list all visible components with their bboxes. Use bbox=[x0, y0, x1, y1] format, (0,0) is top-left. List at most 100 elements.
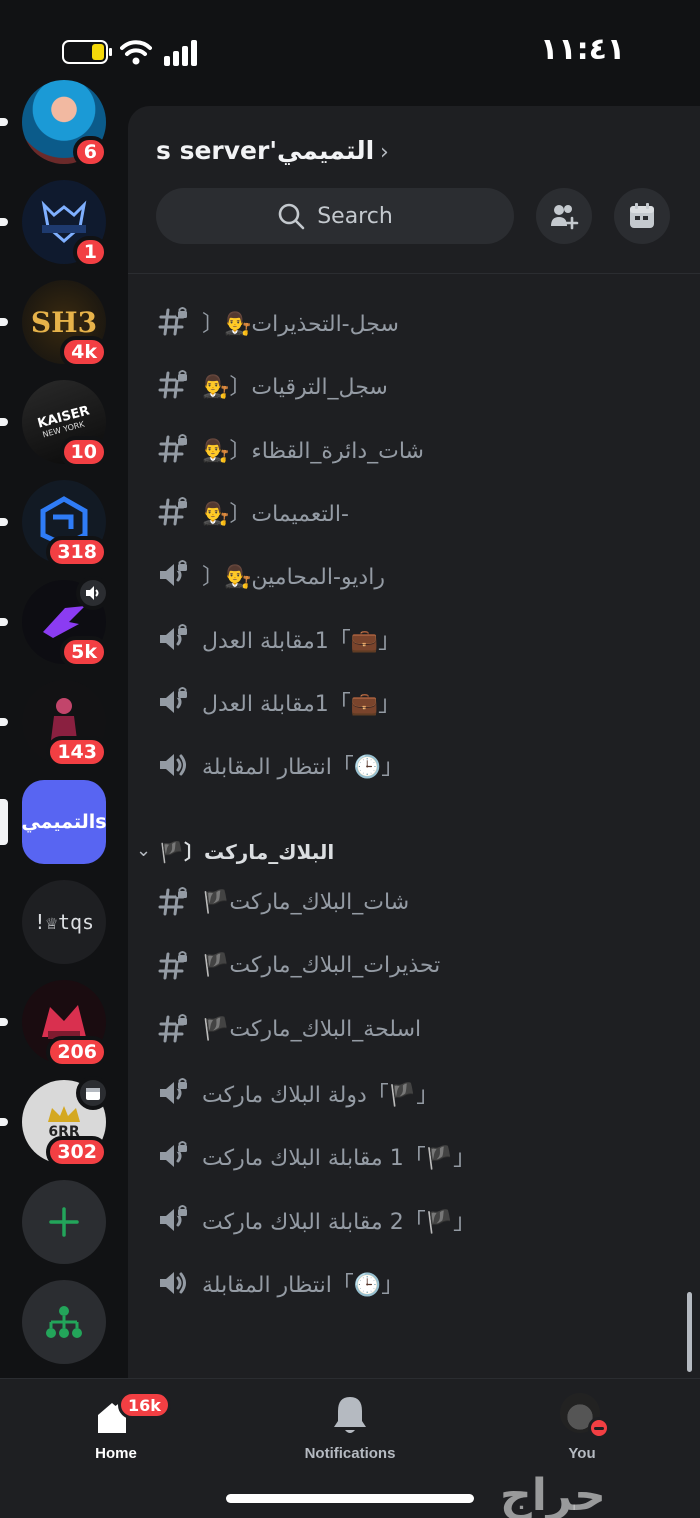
locked-text-channel-icon bbox=[156, 368, 190, 402]
events-button[interactable] bbox=[614, 188, 670, 244]
search-button[interactable]: Search bbox=[156, 188, 514, 244]
channel-name: 「🕒」انتظار المقابلة bbox=[202, 1273, 404, 1298]
category-name: البلاك_ماركت〔🏴 bbox=[159, 839, 335, 864]
tab-home[interactable]: 16k Home bbox=[46, 1391, 186, 1462]
server-icon-purple[interactable]: 5k bbox=[0, 576, 110, 668]
locked-text-channel-icon bbox=[156, 1012, 190, 1046]
channel-name: راديو-المحامين👨‍⚖️〔 bbox=[202, 565, 385, 591]
server-icon-blue-cube[interactable]: 318 bbox=[0, 480, 108, 568]
server-header: s server'التميمي › Search bbox=[128, 106, 700, 274]
channel-name: شات_دائرة_القظاء〔👨‍⚖️ bbox=[202, 438, 424, 464]
speaker-icon bbox=[86, 586, 99, 600]
unread-badge: 143 bbox=[46, 736, 108, 768]
battery-icon bbox=[62, 40, 112, 64]
plus-icon bbox=[49, 1207, 79, 1237]
locked-voice-channel-icon bbox=[156, 685, 190, 719]
add-server-button[interactable] bbox=[22, 1180, 106, 1264]
channel-name: سجل_الترقيات〔👨‍⚖️ bbox=[202, 375, 388, 401]
unread-badge: 10 bbox=[59, 436, 108, 468]
unread-badge: 206 bbox=[46, 1036, 108, 1068]
locked-text-channel-icon bbox=[156, 495, 190, 529]
search-label: Search bbox=[317, 203, 393, 229]
unread-badge: 5k bbox=[60, 636, 108, 668]
unread-badge: 1 bbox=[72, 236, 108, 268]
channel-row[interactable]: شات_دائرة_القظاء〔👨‍⚖️ bbox=[156, 423, 676, 475]
server-icon-sh3[interactable]: SH3 4k bbox=[0, 280, 108, 368]
unread-badge: 4k bbox=[60, 336, 108, 368]
channel-row[interactable]: سجل_الترقيات〔👨‍⚖️ bbox=[156, 359, 676, 411]
unread-badge: 6 bbox=[72, 136, 108, 168]
discover-servers-button[interactable] bbox=[22, 1280, 106, 1364]
do-not-disturb-status-icon bbox=[588, 1417, 610, 1439]
locked-text-channel-icon bbox=[156, 885, 190, 919]
calendar-icon bbox=[86, 1088, 100, 1100]
tab-notifications[interactable]: Notifications bbox=[280, 1393, 420, 1462]
channel-panel: s server'التميمي › Search سجل-التحذيرات👨… bbox=[128, 106, 700, 1378]
locked-voice-channel-icon bbox=[156, 558, 190, 592]
channel-row[interactable]: شات_البلاك_ماركت🏴 bbox=[156, 876, 676, 928]
home-indicator bbox=[226, 1494, 474, 1503]
server-icon-red-character[interactable]: 143 bbox=[0, 680, 108, 768]
server-icon-tqs[interactable]: !♕tqs bbox=[22, 880, 106, 964]
channel-row[interactable]: -التعميمات〔👨‍⚖️ bbox=[156, 486, 676, 538]
unread-badge: 302 bbox=[46, 1136, 108, 1168]
watermark: حراج bbox=[500, 1470, 606, 1518]
locked-voice-channel-icon bbox=[156, 1139, 190, 1173]
voice-channel-icon bbox=[156, 748, 190, 782]
locked-text-channel-icon bbox=[156, 949, 190, 983]
channel-name: اسلحة_البلاك_ماركت🏴 bbox=[202, 1016, 422, 1042]
locked-text-channel-icon bbox=[156, 432, 190, 466]
channel-name: شات_البلاك_ماركت🏴 bbox=[202, 889, 410, 915]
server-icon-avatar-blue-hero[interactable]: 6 bbox=[0, 80, 108, 168]
channel-row[interactable]: 「🏴」1 مقابلة البلاك ماركت bbox=[156, 1130, 676, 1182]
server-icon-selected[interactable]: التميميs bbox=[0, 780, 106, 864]
channel-name: 「🏴」دولة البلاك ماركت bbox=[202, 1082, 439, 1108]
channel-row[interactable]: 「💼」1مقابلة العدل bbox=[156, 613, 676, 665]
channel-row[interactable]: 「🏴」دولة البلاك ماركت bbox=[156, 1067, 676, 1119]
event-indicator bbox=[76, 1076, 110, 1110]
channel-name: 「💼」1مقابلة العدل bbox=[202, 628, 401, 654]
bell-icon bbox=[334, 1397, 366, 1433]
voice-channel-icon bbox=[156, 1266, 190, 1300]
channel-row[interactable]: اسلحة_البلاك_ماركت🏴 bbox=[156, 1003, 676, 1055]
locked-voice-channel-icon bbox=[156, 1203, 190, 1237]
home-unread-badge: 16k bbox=[118, 1391, 171, 1419]
locked-voice-channel-icon bbox=[156, 1076, 190, 1110]
channel-name: تحذيرات_البلاك_ماركت🏴 bbox=[202, 953, 441, 978]
channel-row[interactable]: 「🕒」انتظار المقابلة bbox=[156, 739, 676, 791]
chevron-right-icon[interactable]: › bbox=[380, 140, 389, 165]
category-header[interactable]: ⌄ البلاك_ماركت〔🏴 bbox=[136, 828, 334, 872]
chevron-down-icon: ⌄ bbox=[136, 839, 152, 861]
channel-name: 「🏴」1 مقابلة البلاك ماركت bbox=[202, 1146, 476, 1171]
hierarchy-icon bbox=[46, 1306, 82, 1338]
channel-name: سجل-التحذيرات👨‍⚖️〔 bbox=[202, 312, 399, 337]
voice-active-indicator bbox=[76, 576, 110, 610]
channel-row[interactable]: 「🏴」2 مقابلة البلاك ماركت bbox=[156, 1194, 676, 1246]
channel-row[interactable]: تحذيرات_البلاك_ماركت🏴 bbox=[156, 940, 676, 992]
channel-row[interactable]: 「💼」1مقابلة العدل bbox=[156, 676, 676, 728]
channel-name: 「💼」1مقابلة العدل bbox=[202, 691, 401, 717]
search-icon bbox=[278, 203, 305, 230]
channel-row[interactable]: 「🕒」انتظار المقابلة bbox=[156, 1257, 676, 1309]
channel-name: -التعميمات〔👨‍⚖️ bbox=[202, 501, 349, 527]
calendar-icon bbox=[630, 203, 654, 228]
server-icon-kaiser[interactable]: KAISER NEW YORK 10 bbox=[0, 380, 108, 468]
locked-voice-channel-icon bbox=[156, 622, 190, 656]
server-icon-ps-wolf[interactable]: 1 bbox=[0, 180, 108, 268]
server-title[interactable]: s server'التميمي bbox=[156, 136, 374, 165]
tab-you[interactable]: You bbox=[512, 1393, 652, 1462]
channel-name: 「🏴」2 مقابلة البلاك ماركت bbox=[202, 1209, 476, 1235]
server-icon-crown[interactable]: 6RR 302 bbox=[0, 1076, 110, 1168]
channel-row[interactable]: سجل-التحذيرات👨‍⚖️〔 bbox=[156, 296, 676, 348]
server-rail: 6 1 SH3 4k KAISER NEW YORK 10 318 5k 143… bbox=[0, 80, 128, 1378]
unread-badge: 318 bbox=[46, 536, 108, 568]
channel-row[interactable]: راديو-المحامين👨‍⚖️〔 bbox=[156, 549, 676, 601]
clock: ١١:٤١ bbox=[540, 32, 626, 67]
server-icon-red-logo[interactable]: 206 bbox=[0, 980, 108, 1068]
invite-members-button[interactable] bbox=[536, 188, 592, 244]
channel-name: 「🕒」انتظار المقابلة bbox=[202, 755, 404, 781]
scrollbar[interactable] bbox=[687, 1292, 692, 1372]
locked-text-channel-icon bbox=[156, 305, 190, 339]
add-user-icon bbox=[551, 205, 579, 230]
crown-icon bbox=[48, 1106, 80, 1122]
